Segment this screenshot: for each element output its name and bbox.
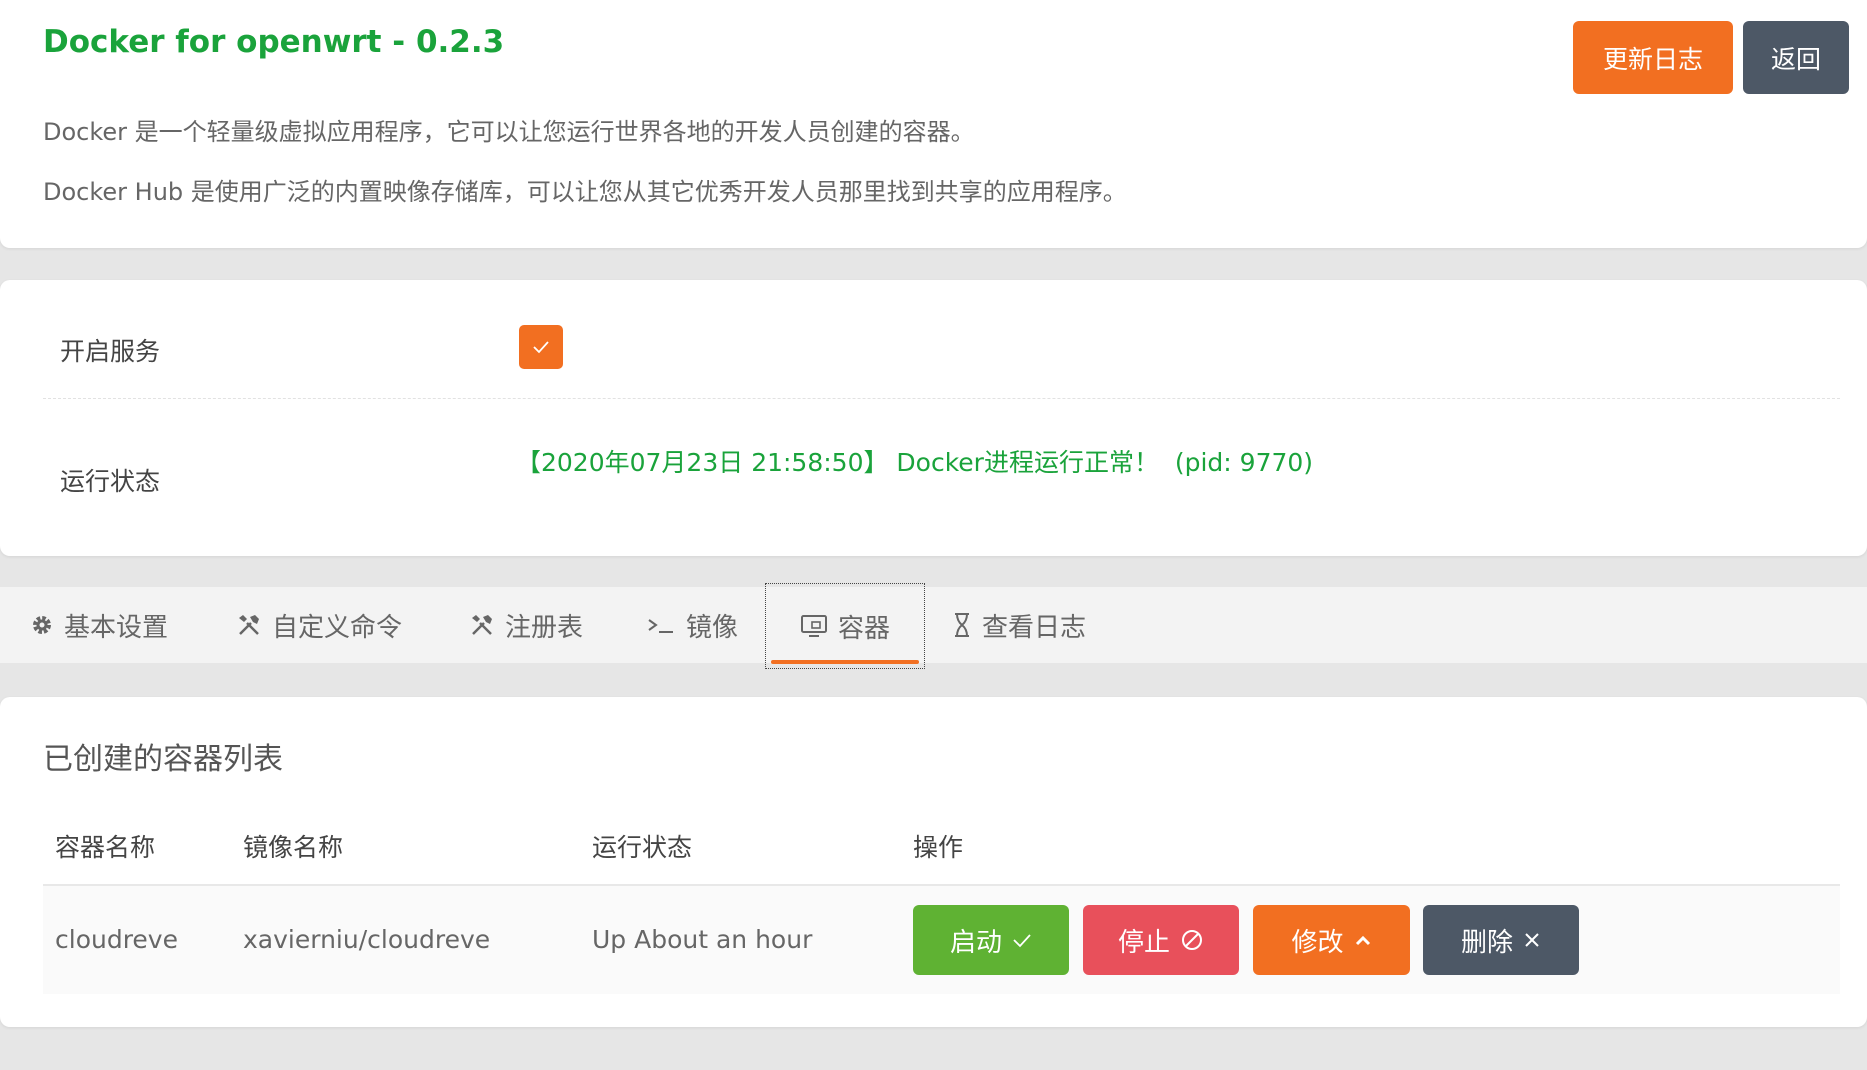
changelog-button[interactable]: 更新日志 <box>1573 21 1733 94</box>
start-button-label: 启动 <box>949 927 1002 958</box>
status-cell: Up About an hour <box>592 925 813 954</box>
tab-label: 注册表 <box>505 612 584 643</box>
description-line-2: Docker Hub 是使用广泛的内置映像存储库，可以让您从其它优秀开发人员那里… <box>43 178 1127 206</box>
column-header-image: 镜像名称 <box>243 833 344 862</box>
chevron-up-icon <box>1355 935 1370 946</box>
image-name-cell: xavierniu/cloudreve <box>243 925 491 954</box>
tab-label: 镜像 <box>686 612 739 643</box>
delete-button-label: 删除 <box>1460 927 1513 958</box>
close-icon <box>1525 933 1539 947</box>
back-button[interactable]: 返回 <box>1743 21 1849 94</box>
delete-button[interactable]: 删除 <box>1423 905 1579 975</box>
gear-icon <box>33 616 51 634</box>
edit-button[interactable]: 修改 <box>1253 905 1410 975</box>
tools-icon <box>239 615 259 635</box>
enable-service-checkbox[interactable] <box>519 325 563 369</box>
tab-registry[interactable]: 注册表 <box>469 587 583 663</box>
column-header-name: 容器名称 <box>55 833 156 862</box>
enable-service-label: 开启服务 <box>60 337 161 366</box>
column-header-status: 运行状态 <box>592 833 693 862</box>
container-name-cell: cloudreve <box>55 925 178 954</box>
tools-icon <box>472 615 492 635</box>
hourglass-icon <box>955 613 969 637</box>
tab-images[interactable]: 镜像 <box>646 587 738 663</box>
divider <box>43 398 1840 399</box>
tab-bar: 基本设置 自定义命令 注册表 镜像 容器 查看日志 <box>0 583 1867 669</box>
header-card: Docker for openwrt - 0.2.3 Docker 是一个轻量级… <box>0 0 1867 248</box>
description-line-1: Docker 是一个轻量级虚拟应用程序，它可以让您运行世界各地的开发人员创建的容… <box>43 118 975 146</box>
tab-label: 基本设置 <box>64 612 169 643</box>
edit-button-label: 修改 <box>1291 927 1344 958</box>
containers-list-title: 已创建的容器列表 <box>43 742 283 777</box>
prohibited-icon <box>1182 930 1202 950</box>
tab-basic-settings[interactable]: 基本设置 <box>30 587 168 663</box>
run-status-value: 【2020年07月23日 21:58:50】 Docker进程运行正常！ (pi… <box>516 448 1314 477</box>
stop-button-label: 停止 <box>1117 927 1170 958</box>
tab-label: 查看日志 <box>982 612 1087 643</box>
stop-button[interactable]: 停止 <box>1083 905 1239 975</box>
tab-view-logs[interactable]: 查看日志 <box>952 587 1086 663</box>
tab-custom-commands[interactable]: 自定义命令 <box>236 587 402 663</box>
tab-label: 自定义命令 <box>272 612 403 643</box>
check-icon <box>533 341 549 354</box>
service-card <box>0 280 1867 556</box>
tab-label: 容器 <box>837 613 890 644</box>
column-header-actions: 操作 <box>913 833 964 862</box>
check-icon <box>1013 934 1031 948</box>
monitor-icon <box>800 615 827 637</box>
active-tab-indicator <box>771 660 919 664</box>
run-status-label: 运行状态 <box>60 467 161 496</box>
tab-containers[interactable]: 容器 <box>765 583 925 669</box>
start-button[interactable]: 启动 <box>913 905 1069 975</box>
terminal-icon <box>648 619 673 633</box>
page-title: Docker for openwrt - 0.2.3 <box>43 24 505 60</box>
